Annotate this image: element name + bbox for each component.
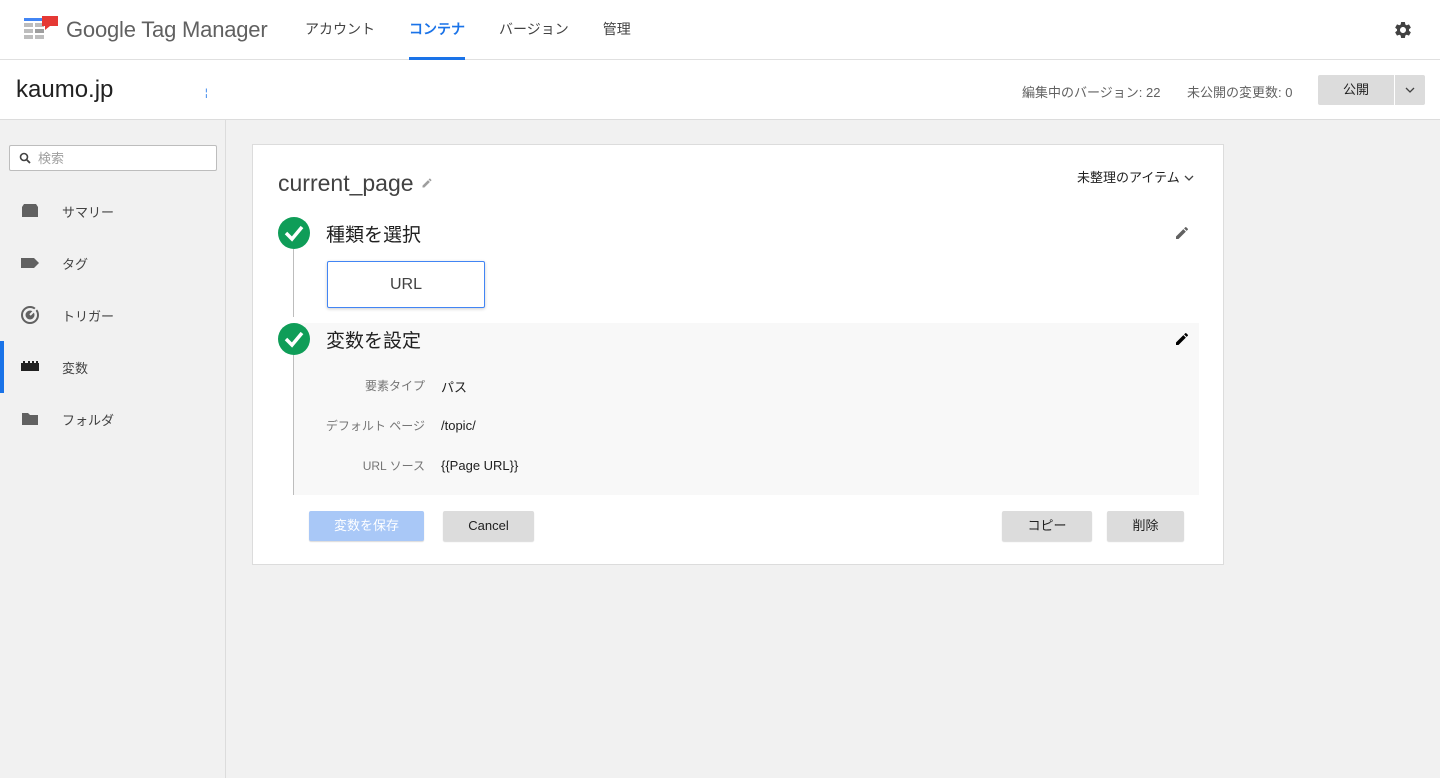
folder-selector[interactable]: 未整理のアイテム <box>1077 167 1194 186</box>
edit-pencil-icon[interactable] <box>1174 225 1190 241</box>
search-box[interactable] <box>9 145 217 171</box>
sidebar-item-summary[interactable]: サマリー <box>0 185 226 237</box>
workspace-indicator[interactable]: ¦ <box>205 88 208 99</box>
top-app-bar: Google Tag Manager アカウント コンテナ バージョン 管理 <box>0 0 1440 60</box>
sidebar-item-variables[interactable]: 変数 <box>0 341 226 393</box>
step-complete-check-icon <box>278 217 310 249</box>
save-variable-button[interactable]: 変数を保存 <box>309 511 424 541</box>
chevron-down-icon <box>1405 87 1415 93</box>
nav-tab-account[interactable]: アカウント <box>288 0 392 60</box>
sidebar-item-label: トリガー <box>62 309 115 324</box>
brand-title[interactable]: Google Tag Manager <box>66 17 268 43</box>
main-nav: アカウント コンテナ バージョン 管理 <box>288 0 648 60</box>
field-label-default-page: デフォルト ページ <box>325 419 425 433</box>
sidebar-item-label: フォルダ <box>62 413 115 428</box>
gtm-logo-icon[interactable] <box>24 16 60 42</box>
editing-version-label: 編集中のバージョン: 22 <box>1022 85 1161 100</box>
sidebar: サマリー タグ トリガー 変数 フォルダ <box>0 120 226 778</box>
field-label-url-source: URL ソース <box>362 459 425 473</box>
step-complete-check-icon <box>278 323 310 355</box>
publish-button[interactable]: 公開 <box>1318 75 1394 105</box>
search-icon <box>19 152 31 164</box>
copy-button[interactable]: コピー <box>1002 511 1092 541</box>
sidebar-item-label: タグ <box>62 257 89 272</box>
edit-pencil-icon[interactable] <box>1174 331 1190 347</box>
cancel-button[interactable]: Cancel <box>443 511 534 541</box>
field-value-element-type: パス <box>441 380 468 395</box>
container-name: kaumo.jp <box>16 76 114 103</box>
tag-icon <box>21 258 39 268</box>
sidebar-item-label: 変数 <box>62 361 89 376</box>
edit-name-pencil-icon[interactable] <box>421 177 433 189</box>
step-title-configure: 変数を設定 <box>326 331 422 352</box>
settings-gear-icon[interactable] <box>1393 20 1413 40</box>
step-title-choose-type: 種類を選択 <box>326 225 422 246</box>
field-label-element-type: 要素タイプ <box>364 379 425 393</box>
summary-icon <box>22 204 38 217</box>
variable-config-panel <box>294 323 1199 495</box>
delete-button[interactable]: 削除 <box>1107 511 1184 541</box>
folder-icon <box>22 413 38 425</box>
variable-icon <box>21 361 39 371</box>
search-input[interactable] <box>38 148 208 168</box>
variable-editor-card: current_page 未整理のアイテム 種類を選択 URL 変数を設定 要素… <box>252 144 1224 565</box>
folder-selector-label: 未整理のアイテム <box>1077 170 1180 185</box>
variable-type-card[interactable]: URL <box>327 261 485 308</box>
step-connector-line <box>293 249 294 317</box>
sidebar-item-tags[interactable]: タグ <box>0 237 226 289</box>
nav-tab-versions[interactable]: バージョン <box>482 0 586 60</box>
publish-dropdown-button[interactable] <box>1395 75 1425 105</box>
variable-name[interactable]: current_page <box>278 170 414 197</box>
chevron-down-icon <box>1184 175 1194 181</box>
nav-tab-container[interactable]: コンテナ <box>392 0 482 60</box>
unpublished-changes-label: 未公開の変更数: 0 <box>1187 85 1293 100</box>
nav-tab-admin[interactable]: 管理 <box>586 0 648 60</box>
sidebar-item-triggers[interactable]: トリガー <box>0 289 226 341</box>
container-header: kaumo.jp ¦ 編集中のバージョン: 22 未公開の変更数: 0 公開 <box>0 60 1440 120</box>
trigger-icon <box>21 306 39 324</box>
sidebar-item-folders[interactable]: フォルダ <box>0 393 226 445</box>
sidebar-item-label: サマリー <box>62 205 115 220</box>
field-value-url-source: {{Page URL}} <box>441 458 519 473</box>
field-value-default-page: /topic/ <box>441 418 476 433</box>
